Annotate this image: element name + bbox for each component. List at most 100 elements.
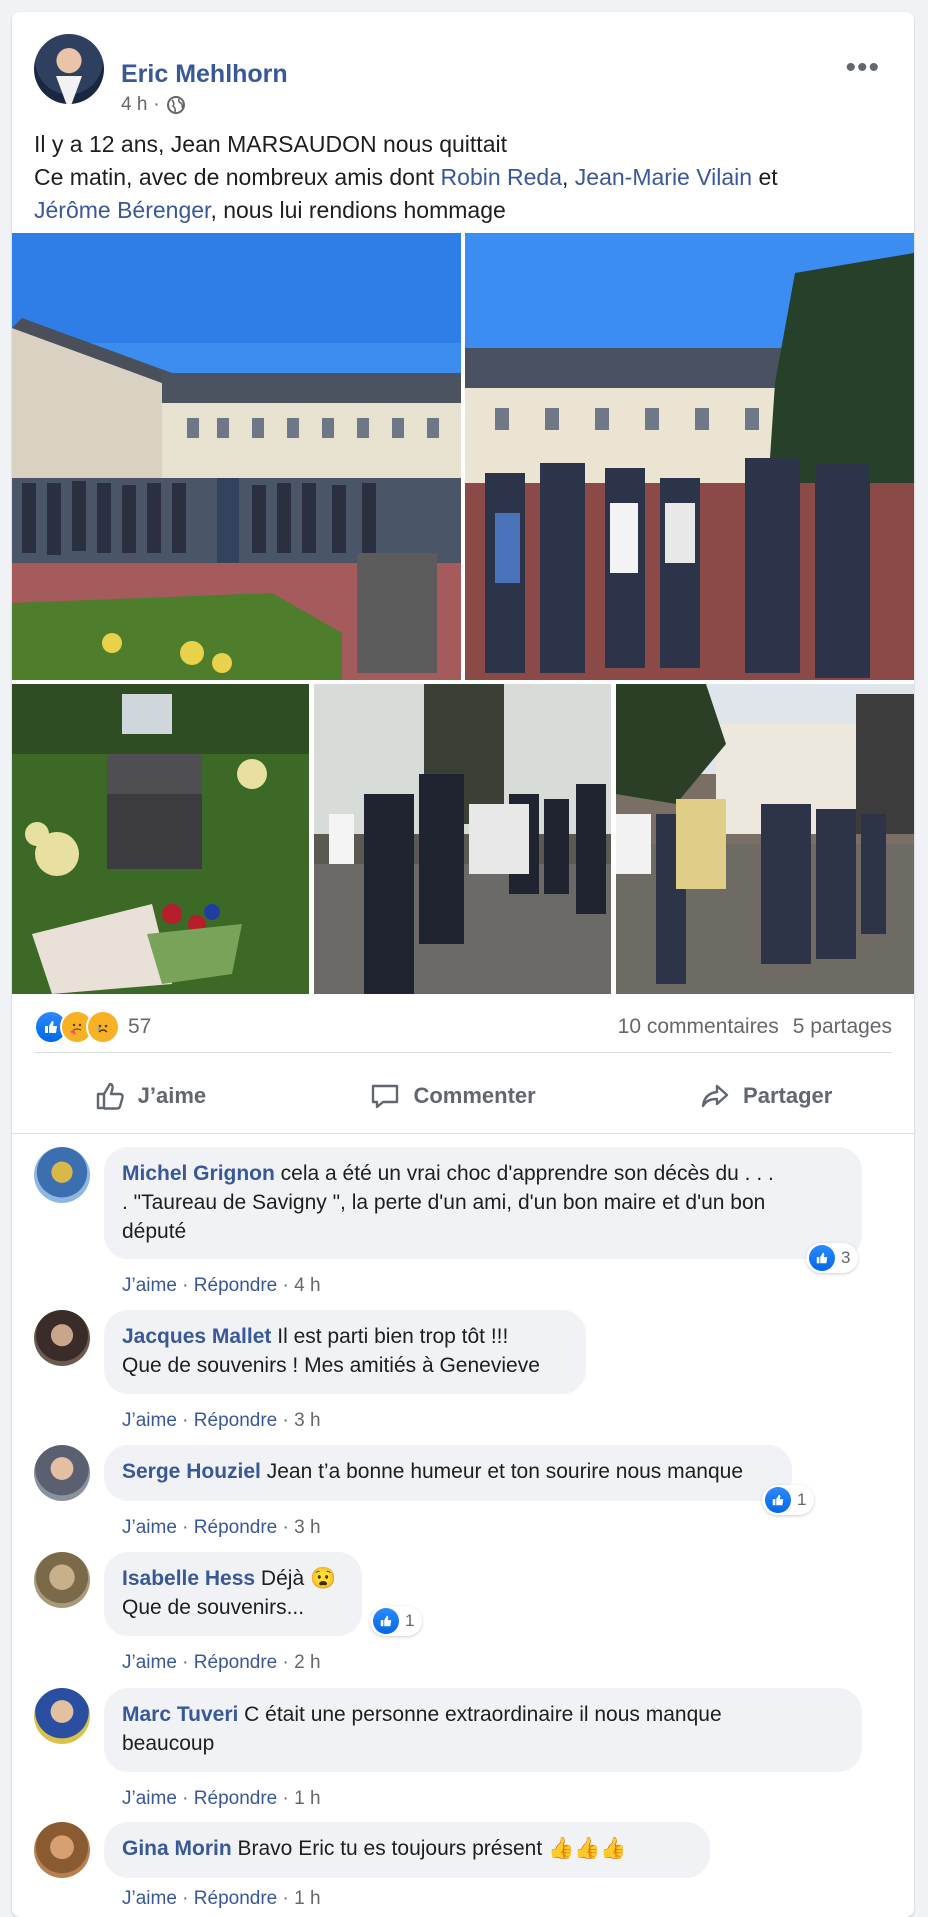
comment-reply-link[interactable]: Répondre: [194, 1888, 277, 1909]
author-avatar[interactable]: [34, 34, 104, 104]
commenter-avatar[interactable]: [34, 1445, 90, 1501]
comment-bubble: Jacques Mallet Il est parti bien trop tô…: [104, 1310, 586, 1394]
post-card: Eric Mehlhorn 4 h · ••• Il y a 12 ans, J…: [12, 12, 914, 1917]
comment-like-link[interactable]: J’aime: [122, 1517, 177, 1538]
photo-5[interactable]: [616, 684, 914, 994]
comment-reaction-count: 3: [841, 1248, 851, 1267]
comment-bubble: Marc Tuveri C était une personne extraor…: [104, 1688, 862, 1772]
comment-like-link[interactable]: J’aime: [122, 1788, 177, 1809]
comments-count[interactable]: 10 commentaires: [618, 1015, 779, 1039]
comment-time[interactable]: 4 h: [294, 1275, 320, 1296]
comment-actions: J’aime · Répondre · 3 h: [122, 1517, 321, 1538]
comment-item: Serge Houziel Jean t’a bonne humeur et t…: [34, 1445, 894, 1538]
comment-text-line-2: . "Taureau de Savigny ", la perte d'un a…: [122, 1191, 766, 1214]
author-name[interactable]: Eric Mehlhorn: [121, 60, 288, 89]
commenter-name[interactable]: Michel Grignon: [122, 1162, 275, 1185]
post-meta: 4 h ·: [121, 94, 186, 116]
commenter-name[interactable]: Isabelle Hess: [122, 1567, 255, 1590]
comment-item: Isabelle Hess Déjà 😧 Que de souvenirs...…: [34, 1552, 894, 1673]
comment-bubble: Serge Houziel Jean t’a bonne humeur et t…: [104, 1445, 792, 1501]
thumbs-up-icon: [96, 1082, 124, 1110]
comment-item: Gina Morin Bravo Eric tu es toujours pré…: [34, 1822, 894, 1912]
comment-item: Marc Tuveri C était une personne extraor…: [34, 1688, 894, 1809]
like-reaction-icon: [809, 1245, 835, 1271]
comment-reaction-count: 1: [405, 1611, 415, 1630]
comment-text: Déjà 😧: [255, 1567, 337, 1590]
post-text-end: , nous lui rendions hommage: [210, 197, 506, 223]
post-time[interactable]: 4 h: [121, 94, 147, 116]
comment-reply-link[interactable]: Répondre: [194, 1410, 277, 1431]
reaction-icons[interactable]: 57: [34, 1010, 151, 1044]
commenter-name[interactable]: Jacques Mallet: [122, 1325, 271, 1348]
commenter-name[interactable]: Serge Houziel: [122, 1460, 261, 1483]
comment-time[interactable]: 2 h: [294, 1652, 320, 1673]
photo-grid: [12, 233, 914, 994]
photo-2[interactable]: [465, 233, 914, 680]
comment-text-line-2: beaucoup: [122, 1732, 215, 1755]
comment-like-link[interactable]: J’aime: [122, 1888, 177, 1909]
comment-reply-link[interactable]: Répondre: [194, 1788, 277, 1809]
post-header: Eric Mehlhorn 4 h · •••: [34, 34, 894, 116]
like-reaction-icon: [765, 1487, 791, 1513]
comment-time[interactable]: 3 h: [294, 1517, 320, 1538]
comment-reactions[interactable]: 1: [370, 1606, 423, 1636]
comment-button-label: Commenter: [413, 1083, 536, 1108]
comment-reply-link[interactable]: Répondre: [194, 1652, 277, 1673]
comment-item: Jacques Mallet Il est parti bien trop tô…: [34, 1310, 894, 1431]
comment-text: C était une personne extraordinaire il n…: [238, 1703, 722, 1726]
photo-1[interactable]: [12, 233, 461, 680]
like-button[interactable]: J’aime: [64, 1070, 237, 1122]
comment-bubble: Gina Morin Bravo Eric tu es toujours pré…: [104, 1822, 710, 1878]
more-options-button[interactable]: •••: [845, 53, 880, 83]
comment-reply-link[interactable]: Répondre: [194, 1275, 277, 1296]
commenter-avatar[interactable]: [34, 1552, 90, 1608]
comment-like-link[interactable]: J’aime: [122, 1410, 177, 1431]
commenter-name[interactable]: Gina Morin: [122, 1837, 232, 1860]
commenter-avatar[interactable]: [34, 1822, 90, 1878]
commenter-avatar[interactable]: [34, 1688, 90, 1744]
share-button[interactable]: Partager: [669, 1070, 862, 1122]
comment-time[interactable]: 1 h: [294, 1888, 320, 1909]
post-text-et: et: [752, 164, 778, 190]
reactions-summary: 57 10 commentaires 5 partages: [34, 1002, 892, 1053]
like-button-label: J’aime: [137, 1083, 207, 1108]
comment-like-link[interactable]: J’aime: [122, 1652, 177, 1673]
post-text-fragment: Ce matin, avec de nombreux amis dont: [34, 164, 441, 190]
photo-3[interactable]: [12, 684, 309, 994]
commenter-avatar[interactable]: [34, 1147, 90, 1203]
commenter-avatar[interactable]: [34, 1310, 90, 1366]
comment-actions: J’aime · Répondre · 3 h: [122, 1410, 321, 1431]
comment-reaction-count: 1: [797, 1490, 807, 1509]
action-bar: J’aime Commenter Partager: [12, 1059, 914, 1134]
mention-jerome-berenger[interactable]: Jérôme Bérenger: [34, 197, 210, 223]
mention-jean-marie-vilain[interactable]: Jean-Marie Vilain: [575, 164, 752, 190]
comment-reactions[interactable]: 3: [806, 1243, 859, 1273]
comment-like-link[interactable]: J’aime: [122, 1275, 177, 1296]
comment-text-line-2: Que de souvenirs...: [122, 1596, 305, 1619]
comment-text-line-3: député: [122, 1220, 187, 1243]
mention-robin-reda[interactable]: Robin Reda: [441, 164, 562, 190]
comment-reply-link[interactable]: Répondre: [194, 1517, 277, 1538]
comment-actions: J’aime · Répondre · 4 h: [122, 1275, 321, 1296]
post-text-line-2: Ce matin, avec de nombreux amis dont Rob…: [34, 161, 894, 194]
post-stats: 10 commentaires 5 partages: [618, 1015, 892, 1039]
comment-text: Il est parti bien trop tôt !!!: [271, 1325, 509, 1348]
share-button-label: Partager: [743, 1083, 833, 1108]
post-text-sep: ,: [562, 164, 575, 190]
post-text: Il y a 12 ans, Jean MARSAUDON nous quitt…: [34, 128, 894, 227]
meta-separator: ·: [153, 94, 160, 115]
comment-time[interactable]: 1 h: [294, 1788, 320, 1809]
shares-count[interactable]: 5 partages: [793, 1015, 892, 1039]
commenter-name[interactable]: Marc Tuveri: [122, 1703, 238, 1726]
comment-button[interactable]: Commenter: [339, 1070, 565, 1122]
comment-time[interactable]: 3 h: [294, 1410, 320, 1431]
comment-icon: [372, 1084, 399, 1109]
comment-bubble: Michel Grignon cela a été un vrai choc d…: [104, 1147, 862, 1259]
reaction-count[interactable]: 57: [128, 1015, 151, 1039]
comment-actions: J’aime · Répondre · 1 h: [122, 1788, 321, 1809]
photo-4[interactable]: [314, 684, 611, 994]
comment-actions: J’aime · Répondre · 1 h: [122, 1888, 321, 1909]
share-icon: [701, 1084, 729, 1108]
comment-reactions[interactable]: 1: [762, 1485, 815, 1515]
comment-actions: J’aime · Répondre · 2 h: [122, 1652, 321, 1673]
